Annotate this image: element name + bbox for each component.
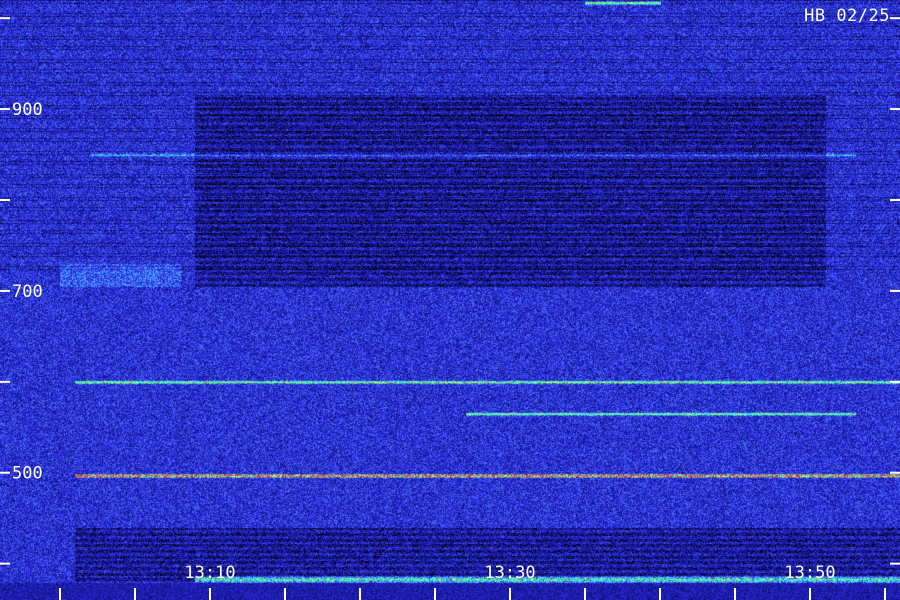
y-tick-label: 900 xyxy=(12,100,43,120)
y-tick-label: 500 xyxy=(12,464,43,484)
y-tick-label: 700 xyxy=(12,282,43,302)
x-tick-label: 13:10 xyxy=(184,563,235,583)
annotation-label: HB 02/25 xyxy=(804,6,890,26)
x-tick-label: 13:50 xyxy=(784,563,835,583)
axis-overlay: 900 700 500 13:10 13:30 13:50 xyxy=(0,17,900,600)
spectrogram-panel: 900 700 500 13:10 13:30 13:50 HB 02/25 xyxy=(0,0,900,600)
x-tick-label: 13:30 xyxy=(484,563,535,583)
